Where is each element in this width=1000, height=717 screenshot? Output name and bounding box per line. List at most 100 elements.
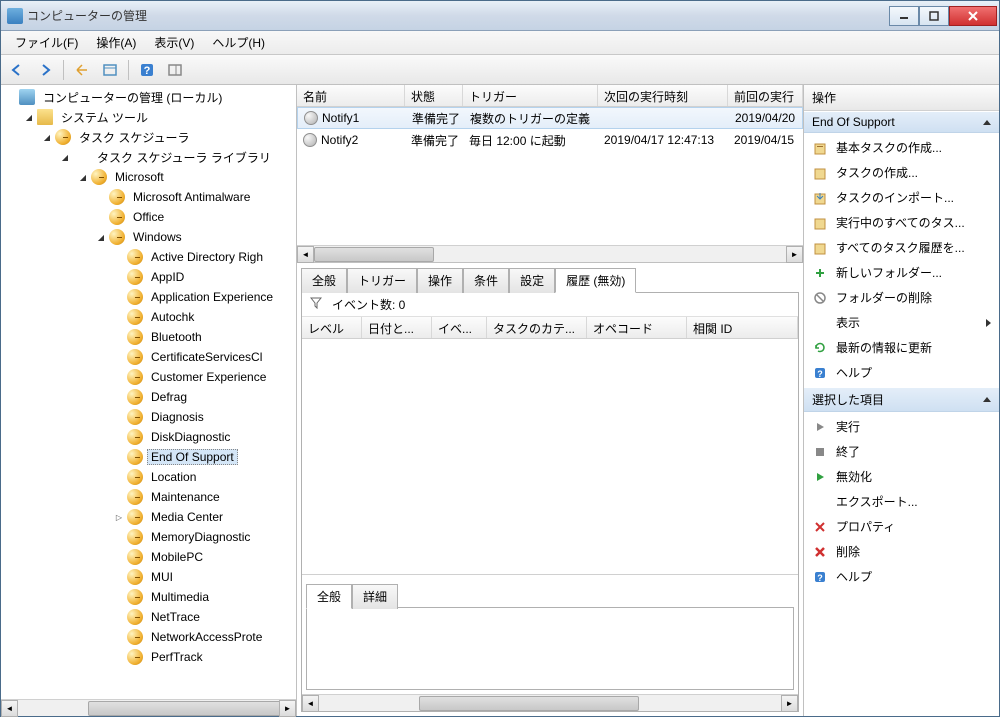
- expander-icon[interactable]: [113, 311, 125, 323]
- tree-node-networkaccessprote[interactable]: NetworkAccessProte: [1, 627, 296, 647]
- expander-icon[interactable]: [113, 571, 125, 583]
- hcol-level[interactable]: レベル: [302, 317, 362, 338]
- action--[interactable]: フォルダーの削除: [804, 285, 999, 310]
- expander-icon[interactable]: [113, 591, 125, 603]
- expander-icon[interactable]: [113, 531, 125, 543]
- col-status[interactable]: 状態: [405, 85, 463, 106]
- tree-node-defrag[interactable]: Defrag: [1, 387, 296, 407]
- action--[interactable]: 削除: [804, 539, 999, 564]
- action--[interactable]: 新しいフォルダー...: [804, 260, 999, 285]
- tree-microsoft[interactable]: ◢Microsoft: [1, 167, 296, 187]
- tree-node-memorydiagnostic[interactable]: MemoryDiagnostic: [1, 527, 296, 547]
- tree-system-tools[interactable]: ◢システム ツール: [1, 107, 296, 127]
- action--[interactable]: 基本タスクの作成...: [804, 135, 999, 160]
- tree-node-nettrace[interactable]: NetTrace: [1, 607, 296, 627]
- tab-actions[interactable]: 操作: [417, 268, 463, 293]
- expander-icon[interactable]: [113, 651, 125, 663]
- action--[interactable]: タスクの作成...: [804, 160, 999, 185]
- hcol-event[interactable]: イベ...: [432, 317, 487, 338]
- tab-conditions[interactable]: 条件: [463, 268, 509, 293]
- expander-icon[interactable]: [5, 91, 17, 103]
- action--[interactable]: 無効化: [804, 464, 999, 489]
- tab-history[interactable]: 履歴 (無効): [555, 268, 636, 293]
- expander-icon[interactable]: [113, 451, 125, 463]
- tree-node-certificateservicescl[interactable]: CertificateServicesCl: [1, 347, 296, 367]
- expander-icon[interactable]: [113, 351, 125, 363]
- menu-help[interactable]: ヘルプ(H): [204, 32, 273, 53]
- expander-icon[interactable]: [113, 391, 125, 403]
- tree-node-appid[interactable]: AppID: [1, 267, 296, 287]
- tree-node-maintenance[interactable]: Maintenance: [1, 487, 296, 507]
- action--[interactable]: ?ヘルプ: [804, 564, 999, 589]
- hcol-category[interactable]: タスクのカテ...: [487, 317, 587, 338]
- tab-triggers[interactable]: トリガー: [347, 268, 417, 293]
- col-trigger[interactable]: トリガー: [463, 85, 598, 106]
- expander-icon[interactable]: [113, 331, 125, 343]
- menu-view[interactable]: 表示(V): [146, 32, 202, 53]
- properties-button[interactable]: [98, 58, 122, 82]
- tree-office[interactable]: Office: [1, 207, 296, 227]
- menu-file[interactable]: ファイル(F): [7, 32, 86, 53]
- tree-node-diagnosis[interactable]: Diagnosis: [1, 407, 296, 427]
- panel-button[interactable]: [163, 58, 187, 82]
- action-section-2[interactable]: 選択した項目: [804, 387, 999, 412]
- help-icon[interactable]: ?: [135, 58, 159, 82]
- tree-node-mobilepc[interactable]: MobilePC: [1, 547, 296, 567]
- expander-icon[interactable]: [113, 411, 125, 423]
- expander-icon[interactable]: [95, 211, 107, 223]
- tree-task-scheduler[interactable]: ◢タスク スケジューラ: [1, 127, 296, 147]
- tasklist-hscroll[interactable]: ◄ ►: [297, 245, 803, 262]
- tree-node-multimedia[interactable]: Multimedia: [1, 587, 296, 607]
- bottab-detail[interactable]: 詳細: [352, 584, 398, 609]
- action--[interactable]: 表示: [804, 310, 999, 335]
- expander-icon[interactable]: [113, 551, 125, 563]
- back-button[interactable]: [5, 58, 29, 82]
- menu-action[interactable]: 操作(A): [88, 32, 144, 53]
- action--[interactable]: 最新の情報に更新: [804, 335, 999, 360]
- expander-icon[interactable]: ▷: [113, 511, 125, 523]
- expander-icon[interactable]: ◢: [41, 131, 53, 143]
- detail-hscroll[interactable]: ◄ ►: [302, 694, 798, 711]
- up-button[interactable]: [70, 58, 94, 82]
- action--[interactable]: すべてのタスク履歴を...: [804, 235, 999, 260]
- tab-general[interactable]: 全般: [301, 268, 347, 293]
- hcol-date[interactable]: 日付と...: [362, 317, 432, 338]
- expander-icon[interactable]: [113, 371, 125, 383]
- expander-icon[interactable]: [113, 431, 125, 443]
- col-last[interactable]: 前回の実行: [728, 85, 803, 106]
- tree-windows[interactable]: ◢Windows: [1, 227, 296, 247]
- action--[interactable]: タスクのインポート...: [804, 185, 999, 210]
- expander-icon[interactable]: ◢: [77, 171, 89, 183]
- task-row[interactable]: Notify2準備完了毎日 12:00 に起動2019/04/17 12:47:…: [297, 129, 803, 151]
- col-name[interactable]: 名前: [297, 85, 405, 106]
- expander-icon[interactable]: [113, 611, 125, 623]
- expander-icon[interactable]: [113, 471, 125, 483]
- expander-icon[interactable]: [113, 251, 125, 263]
- tree-node-perftrack[interactable]: PerfTrack: [1, 647, 296, 667]
- maximize-button[interactable]: [919, 6, 949, 26]
- expander-icon[interactable]: ◢: [23, 111, 35, 123]
- tree-antimalware[interactable]: Microsoft Antimalware: [1, 187, 296, 207]
- tree-node-customer-experience[interactable]: Customer Experience: [1, 367, 296, 387]
- tree-node-active-directory-righ[interactable]: Active Directory Righ: [1, 247, 296, 267]
- close-button[interactable]: [949, 6, 997, 26]
- tree-node-diskdiagnostic[interactable]: DiskDiagnostic: [1, 427, 296, 447]
- tab-settings[interactable]: 設定: [509, 268, 555, 293]
- action-section-1[interactable]: End Of Support: [804, 111, 999, 133]
- tree-node-bluetooth[interactable]: Bluetooth: [1, 327, 296, 347]
- tree-root[interactable]: コンピューターの管理 (ローカル): [1, 87, 296, 107]
- tree-hscroll[interactable]: ◄ ►: [1, 699, 296, 716]
- task-row[interactable]: Notify1準備完了複数のトリガーの定義2019/04/20: [297, 107, 803, 129]
- action--[interactable]: 実行中のすべてのタス...: [804, 210, 999, 235]
- tree-node-application-experience[interactable]: Application Experience: [1, 287, 296, 307]
- expander-icon[interactable]: ◢: [95, 231, 107, 243]
- action--[interactable]: 終了: [804, 439, 999, 464]
- action--[interactable]: 実行: [804, 414, 999, 439]
- expander-icon[interactable]: [113, 271, 125, 283]
- tree[interactable]: コンピューターの管理 (ローカル)◢システム ツール◢タスク スケジューラ◢タス…: [1, 85, 296, 699]
- tree-node-mui[interactable]: MUI: [1, 567, 296, 587]
- tree-node-media-center[interactable]: ▷Media Center: [1, 507, 296, 527]
- action--[interactable]: プロパティ: [804, 514, 999, 539]
- expander-icon[interactable]: ◢: [59, 151, 71, 163]
- col-next[interactable]: 次回の実行時刻: [598, 85, 728, 106]
